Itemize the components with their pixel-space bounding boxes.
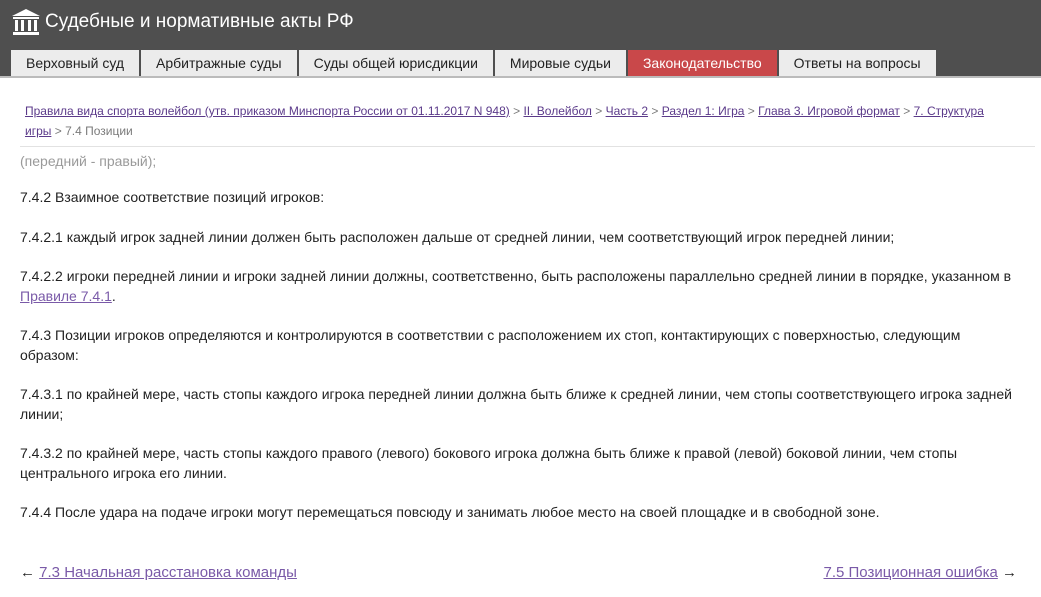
breadcrumb: Правила вида спорта волейбол (утв. прика… [25, 101, 1010, 141]
paragraph-7-4-3: 7.4.3 Позиции игроков определяются и кон… [20, 327, 961, 363]
paragraph-7-4-3-2: 7.4.3.2 по крайней мере, часть стопы каж… [20, 445, 958, 481]
breadcrumb-current: 7.4 Позиции [65, 124, 133, 138]
tab-supreme-court[interactable]: Верховный суд [11, 50, 140, 76]
breadcrumb-separator: > [513, 104, 521, 118]
breadcrumb-separator: > [903, 104, 911, 118]
arrow-left-icon: ← [20, 564, 35, 581]
tab-general-courts[interactable]: Суды общей юрисдикции [298, 50, 493, 76]
breadcrumb-link-part-2[interactable]: Часть 2 [606, 104, 648, 118]
main-nav: Верховный суд Арбитражные суды Суды обще… [11, 50, 938, 76]
paragraph-7-4-3-1: 7.4.3.1 по крайней мере, часть стопы каж… [20, 386, 1012, 422]
paragraph-7-4-2: 7.4.2 Взаимное соответствие позиций игро… [20, 189, 325, 205]
courthouse-icon[interactable] [11, 8, 41, 36]
breadcrumb-link-volleyball[interactable]: II. Волейбол [523, 104, 591, 118]
tab-magistrates[interactable]: Мировые судьи [494, 50, 626, 76]
paragraph-7-4-2-1: 7.4.2.1 каждый игрок задней линии должен… [20, 229, 895, 245]
prev-page-link[interactable]: 7.3 Начальная расстановка команды [39, 564, 297, 581]
breadcrumb-link-rules[interactable]: Правила вида спорта волейбол (утв. прика… [25, 104, 510, 118]
tab-legislation[interactable]: Законодательство [627, 50, 777, 76]
arrow-right-icon: → [1002, 564, 1017, 581]
tab-answers[interactable]: Ответы на вопросы [778, 50, 936, 76]
tab-arbitration-courts[interactable]: Арбитражные суды [141, 50, 297, 76]
site-header: Судебные и нормативные акты РФ [0, 0, 1041, 46]
breadcrumb-link-chapter-3[interactable]: Глава 3. Игровой формат [758, 104, 900, 118]
next-page-link[interactable]: 7.5 Позиционная ошибка [824, 564, 998, 581]
breadcrumb-separator: > [651, 104, 659, 118]
breadcrumb-separator: > [54, 124, 62, 138]
breadcrumb-divider [20, 146, 1035, 147]
paragraph-7-4-2-2: 7.4.2.2 игроки передней линии и игроки з… [20, 266, 1020, 306]
prev-page-nav: ← 7.3 Начальная расстановка команды [20, 563, 297, 583]
site-title[interactable]: Судебные и нормативные акты РФ [45, 11, 354, 33]
paragraph-front-right: (передний - правый); [20, 153, 157, 169]
breadcrumb-separator: > [747, 104, 755, 118]
paragraph-text: 7.4.2.2 игроки передней линии и игроки з… [20, 268, 1012, 284]
paragraph-end: . [111, 288, 116, 304]
breadcrumb-link-section-1[interactable]: Раздел 1: Игра [662, 104, 745, 118]
paragraph-7-4-4: 7.4.4 После удара на подаче игроки могут… [20, 504, 880, 520]
nav-divider [0, 76, 1041, 78]
rule-7-4-1-link[interactable]: Правиле 7.4.1 [20, 288, 112, 304]
breadcrumb-separator: > [595, 104, 603, 118]
next-page-nav: 7.5 Позиционная ошибка → [824, 563, 1018, 583]
